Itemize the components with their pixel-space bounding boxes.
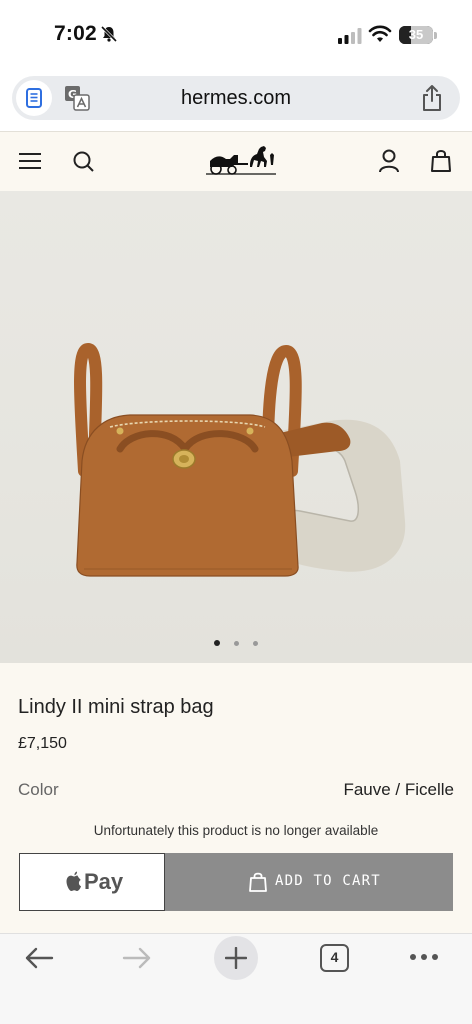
carousel-dot-1[interactable] — [213, 640, 220, 646]
menu-icon[interactable] — [19, 152, 41, 170]
address-bar[interactable]: G hermes.com — [12, 76, 460, 120]
apple-pay-button[interactable]: Pay — [19, 853, 165, 911]
status-time: 7:02 — [54, 22, 97, 45]
shopping-bag-icon — [249, 872, 267, 892]
back-arrow-icon[interactable] — [24, 946, 54, 970]
product-price: £7,150 — [18, 735, 67, 752]
product-info-panel: Lindy II mini strap bag £7,150 Color Fau… — [0, 663, 472, 933]
color-value: Fauve / Ficelle — [343, 780, 454, 799]
more-options-icon[interactable] — [409, 952, 439, 962]
status-bar: 7:02 35 — [0, 0, 472, 70]
add-to-cart-label: ADD TO CART — [275, 873, 381, 889]
apple-logo-icon — [66, 871, 81, 891]
carousel-dots[interactable] — [0, 633, 472, 651]
new-tab-button[interactable] — [214, 936, 258, 980]
product-image-carousel[interactable] — [0, 191, 472, 663]
battery-cap — [434, 32, 437, 39]
url-host[interactable]: hermes.com — [12, 87, 460, 110]
hermes-logo[interactable] — [204, 143, 278, 177]
battery-percent: 35 — [408, 27, 424, 42]
site-header — [0, 131, 472, 191]
cellular-signal-icon — [338, 28, 362, 44]
battery-icon: 35 — [399, 26, 433, 44]
product-image — [74, 342, 406, 577]
shopping-bag-icon[interactable] — [430, 149, 452, 173]
apple-pay-label: Pay — [84, 869, 124, 894]
forward-arrow-icon[interactable] — [122, 946, 152, 970]
account-icon[interactable] — [378, 149, 400, 173]
bell-muted-icon — [100, 25, 118, 43]
search-icon[interactable] — [72, 150, 94, 172]
share-icon[interactable] — [420, 84, 444, 112]
plus-icon — [225, 947, 247, 969]
carousel-dot-2[interactable] — [234, 641, 239, 646]
browser-toolbar: 4 — [0, 933, 472, 1024]
availability-note: Unfortunately this product is no longer … — [93, 823, 379, 838]
tab-switcher-button[interactable]: 4 — [320, 944, 349, 972]
wifi-icon — [368, 25, 392, 42]
color-label: Color — [18, 780, 59, 799]
product-title: Lindy II mini strap bag — [18, 696, 214, 718]
add-to-cart-button[interactable]: ADD TO CART — [165, 853, 453, 911]
carousel-dot-3[interactable] — [253, 641, 259, 646]
